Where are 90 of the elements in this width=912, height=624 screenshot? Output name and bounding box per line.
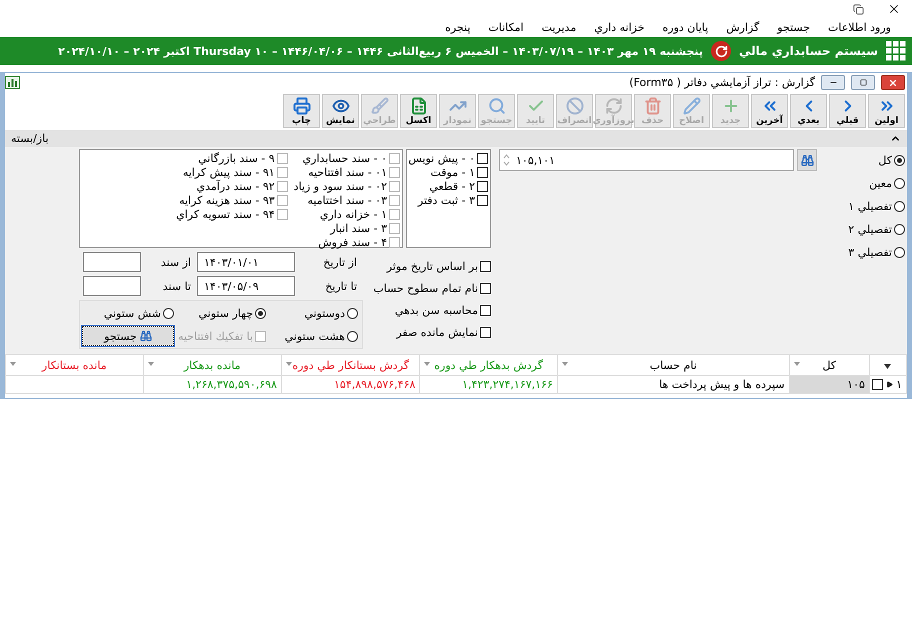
search-button[interactable]: جستجو	[82, 326, 174, 346]
toolbar-button[interactable]: اكسل	[400, 94, 437, 128]
row-number: ۱	[896, 378, 902, 391]
table-cell: ۱,۴۲۳,۲۷۴,۱۶۷,۱۶۶	[420, 376, 558, 394]
doc-type-checkbox[interactable]: ۹۳ - سند هزينه كرايه	[176, 194, 288, 207]
from-date-field[interactable]: ۱۴۰۳/۰۱/۰۱	[197, 252, 295, 272]
ban-icon	[566, 97, 584, 115]
doc-type-checkbox[interactable]: ۱ - خزانه داري	[294, 208, 400, 221]
toolbar-button[interactable]: آخرين	[751, 94, 788, 128]
binoculars-icon	[140, 330, 152, 342]
doc-type-checkbox[interactable]: ۹ - سند بازرگاني	[176, 152, 288, 165]
doc-type-checkbox[interactable]: ۹۱ - سند پيش كرايه	[176, 166, 288, 179]
layout-radio[interactable]: چهار ستوني	[174, 307, 266, 320]
menu-item[interactable]: گزارش	[717, 21, 768, 34]
restore-button[interactable]	[851, 75, 875, 90]
toolbar-button[interactable]: نمايش	[322, 94, 359, 128]
status-checkbox[interactable]: ۰ - پيش نويس	[409, 152, 488, 165]
from-doc-field[interactable]	[83, 252, 141, 272]
table-cell: ۱,۲۶۸,۳۷۵,۵۹۰,۶۹۸	[143, 376, 282, 394]
table-cell: ۱۰۵	[789, 376, 870, 394]
layout-radio[interactable]: هشت ستوني	[266, 330, 358, 342]
layout-radio[interactable]: شش ستوني	[82, 307, 174, 320]
toolbar-button[interactable]: اولين	[868, 94, 905, 128]
rotate-arrow-icon	[714, 44, 728, 58]
window-title: گزارش : تراز آزمايشي دفاتر ( Form۳۵)	[629, 76, 815, 89]
menu-item[interactable]: امكانات	[479, 21, 533, 34]
pencil-icon	[682, 97, 700, 115]
doc-type-checkbox[interactable]: ۰۲ - سند سود و زياد	[294, 180, 400, 193]
toolbar-button[interactable]: چاپ	[283, 94, 320, 128]
brush-icon	[370, 97, 388, 115]
search-icon	[488, 97, 506, 115]
printer-icon	[292, 97, 310, 115]
close-icon	[887, 2, 901, 16]
level-radio[interactable]: تفصيلي ۱	[825, 200, 905, 213]
level-radio[interactable]: تفصيلي ۲	[825, 223, 905, 236]
close-icon	[888, 78, 898, 88]
option-checkbox[interactable]: نام تمام سطوح حساب	[373, 282, 491, 295]
doc-type-checkbox[interactable]: ۰۱ - سند افتتاحيه	[294, 166, 400, 179]
level-radio[interactable]: معين	[825, 177, 905, 190]
option-checkbox[interactable]: بر اساس تاريخ موثر	[386, 260, 491, 273]
to-doc-field[interactable]	[83, 276, 141, 296]
maximize-icon	[860, 79, 866, 86]
option-checkbox[interactable]: محاسبه سن بدهي	[394, 304, 491, 317]
binoculars-icon	[800, 154, 814, 166]
refresh-icon	[604, 97, 622, 115]
spreadsheet-icon	[410, 97, 428, 115]
dropdown-arrow-icon	[884, 364, 892, 368]
doc-type-checkbox[interactable]: ۴ - سند فروش	[294, 236, 400, 249]
toolbar-button[interactable]: بعدي	[790, 94, 827, 128]
date-text: پنجشنبه ۱۹ مهر ۱۴۰۳ – ۱۴۰۳/۰۷/۱۹ – الخميس ۶ ربيع‌الثانى ۱۴۴۶ – ۱۴۴۶/۰۴/۰۶ – ۱۰ Thursday اكتبر ۲۰۲۴ – ۲۰۲۴/۱۰/۱۰	[58, 44, 704, 58]
menu-item[interactable]: پنجره	[436, 21, 480, 34]
window-app-icon	[5, 76, 20, 89]
doc-type-checkbox[interactable]: ۹۴ - سند تسويه كراي	[176, 208, 288, 221]
column-menu-header[interactable]	[869, 354, 906, 376]
from-date-label: از تاريخ	[322, 256, 358, 268]
from-doc-label: از سند	[160, 256, 192, 268]
menu-item[interactable]: خزانه داري	[585, 21, 654, 34]
doc-type-checkbox[interactable]: ۹۲ - سند درآمدي	[176, 180, 288, 193]
eye-icon	[332, 97, 350, 115]
grid-menu-icon[interactable]	[886, 41, 906, 61]
level-radio[interactable]: تفصيلي ۳	[825, 246, 905, 259]
to-date-label: تا تاريخ	[324, 280, 358, 292]
panel-toggle-label: باز/بسته	[11, 132, 49, 145]
table-cell: سپرده ها و پيش پرداخت ها	[557, 376, 790, 394]
toolbar-button[interactable]: قبلي	[829, 94, 866, 128]
doc-type-checkbox[interactable]: ۰۳ - سند اختتاميه	[294, 194, 400, 207]
menu-item[interactable]: جستجو	[768, 21, 820, 34]
option-checkbox[interactable]: نمايش مانده صفر	[396, 326, 491, 339]
layout-radio[interactable]: دوستوني	[266, 307, 358, 320]
status-checkbox[interactable]: ۱ - موقت	[409, 166, 488, 179]
app-title: سيستم حسابداري مالي	[739, 44, 878, 58]
close-button[interactable]	[881, 75, 905, 90]
status-checkbox[interactable]: ۲ - قطعي	[409, 180, 488, 193]
status-checkbox[interactable]: ۳ - ثبت دفتر	[409, 194, 488, 207]
to-doc-label: تا سند	[162, 280, 192, 292]
to-date-field[interactable]: ۱۴۰۳/۰۵/۰۹	[197, 276, 295, 296]
menu-item[interactable]: مديريت	[532, 21, 586, 34]
panel-header[interactable]: باز/بسته	[5, 130, 907, 147]
row-checkbox[interactable]	[872, 379, 884, 390]
doc-type-checkbox[interactable]: ۳ - سند انبار	[294, 222, 400, 235]
menu-item[interactable]: ورود اطلاعات	[819, 21, 900, 34]
table-cell: ۱۵۴,۸۹۸,۵۷۶,۴۶۸	[281, 376, 420, 394]
menu-item[interactable]: پايان دوره	[654, 21, 718, 34]
lookup-button[interactable]	[797, 149, 817, 171]
account-field[interactable]: ۱۰۵,۱۰۱	[499, 149, 794, 171]
doc-type-checkbox[interactable]: ۰ - سند حسابداري	[294, 152, 400, 165]
level-radio[interactable]: كل	[825, 154, 905, 167]
trash-icon	[644, 97, 662, 115]
row-pointer-icon	[886, 381, 894, 388]
restore-icon	[852, 4, 864, 14]
